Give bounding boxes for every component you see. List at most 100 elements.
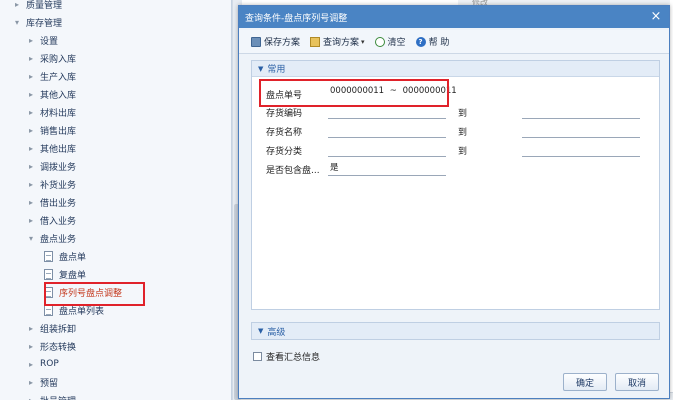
sidebar-item[interactable]: ▸ 生产入库 [0,67,230,85]
chevron-right-icon[interactable]: ▸ [26,378,36,387]
query-dialog: 查询条件-盘点序列号调整 × 保存方案 查询方案 ▾ 清空 ? 帮 助 ▼ 常用… [238,5,670,399]
document-icon [44,304,53,316]
document-icon [44,268,53,280]
chevron-right-icon[interactable]: ▸ [26,324,36,333]
help-button[interactable]: ? 帮 助 [415,35,450,48]
refresh-icon [374,36,385,47]
dialog-toolbar: 保存方案 查询方案 ▾ 清空 ? 帮 助 [239,30,669,54]
chevron-right-icon[interactable]: ▸ [26,54,36,63]
sidebar-item[interactable]: ▸ 组装拆卸 [0,319,230,337]
chevron-right-icon[interactable]: ▸ [26,360,36,369]
inventory-code-to-input[interactable] [522,105,640,119]
inventory-class-from-input[interactable] [328,143,446,157]
chevron-right-icon[interactable]: ▸ [26,108,36,117]
query-scheme-label: 查询方案 [323,38,360,48]
sidebar-item[interactable]: ▾ 库存管理 [0,13,230,31]
common-conditions-panel: ▼ 常用 盘点单号 0000000011 ~ 0000000011 存货编码 到… [251,60,660,310]
chevron-right-icon[interactable]: ▸ [26,198,36,207]
common-section-header[interactable]: ▼ 常用 [252,61,659,77]
sidebar-item-label: 形态转换 [40,342,77,353]
save-scheme-button[interactable]: 保存方案 [251,35,300,48]
chevron-right-icon[interactable]: ▸ [26,90,36,99]
close-icon[interactable]: × [649,10,663,24]
sidebar-item-label: 复盘单 [59,270,87,281]
sidebar-item[interactable]: ▸ 补货业务 [0,175,230,193]
inventory-name-to-input[interactable] [522,124,640,138]
document-icon [44,250,53,262]
sidebar-item-label: 盘点单 [59,252,87,263]
ok-button[interactable]: 确定 [563,373,607,391]
sidebar-item[interactable]: ▸ 形态转换 [0,337,230,355]
sidebar-item-label: 盘点业务 [40,234,77,245]
dialog-title: 查询条件-盘点序列号调整 [245,13,348,24]
sidebar-item-label: 盘点单列表 [59,306,105,317]
sidebar-item[interactable]: 复盘单 [0,265,230,283]
chevron-right-icon[interactable]: ▸ [26,162,36,171]
sidebar-item-label: 借出业务 [40,198,77,209]
chevron-down-icon: ▼ [258,64,264,73]
include-count-select[interactable]: 是 [328,162,446,176]
sidebar-item[interactable]: ▸ 材料出库 [0,103,230,121]
clear-button[interactable]: 清空 [374,35,406,48]
count-no-to-value: 0000000011 [402,86,457,96]
caret-down-icon: ▾ [361,37,365,46]
chevron-right-icon[interactable]: ▸ [12,0,22,9]
sidebar-item[interactable]: ▸ 质量管理 [0,0,230,13]
chevron-down-icon[interactable]: ▾ [12,18,22,27]
chevron-right-icon[interactable]: ▸ [26,216,36,225]
sidebar-item[interactable]: ▸ 销售出库 [0,121,230,139]
common-section-label: 常用 [267,65,286,75]
sidebar-item-label: 序列号盘点调整 [59,288,123,299]
chevron-right-icon[interactable]: ▸ [26,180,36,189]
advanced-section-header[interactable]: ▼ 高级 [251,322,660,340]
chevron-right-icon[interactable]: ▸ [26,396,36,400]
chevron-right-icon[interactable]: ▸ [26,72,36,81]
sidebar-item[interactable]: ▸ 借入业务 [0,211,230,229]
inventory-code-from-input[interactable] [328,105,446,119]
summary-option[interactable]: 查看汇总信息 [253,350,320,363]
sidebar-item[interactable]: ▸ 设置 [0,31,230,49]
count-no-range-field[interactable]: 0000000011 ~ 0000000011 [328,85,457,99]
chevron-right-icon[interactable]: ▸ [26,126,36,135]
sidebar-item-label: 销售出库 [40,126,77,137]
sidebar-item[interactable]: ▸ 其他入库 [0,85,230,103]
sidebar-item[interactable]: ▸ 预留 [0,373,230,391]
chevron-down-icon: ▼ [258,327,264,335]
sidebar-item-label: 补货业务 [40,180,77,191]
sidebar-item[interactable]: ▸ 其他出库 [0,139,230,157]
advanced-section-label: 高级 [267,327,286,338]
sidebar-item-label: 借入业务 [40,216,77,227]
sidebar-item[interactable]: 盘点单 [0,247,230,265]
sidebar-item[interactable]: ▸ 借出业务 [0,193,230,211]
cancel-button[interactable]: 取消 [615,373,659,391]
chevron-down-icon[interactable]: ▾ [26,234,36,243]
inventory-name-from-input[interactable] [328,124,446,138]
inventory-name-to-label: 到 [458,128,468,138]
sidebar-item[interactable]: ▸ 采购入库 [0,49,230,67]
query-scheme-button[interactable]: 查询方案 ▾ [310,35,365,48]
sidebar-item[interactable]: ▾ 盘点业务 [0,229,230,247]
sidebar-item[interactable]: ▸ ROP [0,355,230,373]
save-scheme-label: 保存方案 [264,38,301,48]
summary-label: 查看汇总信息 [266,353,321,363]
sidebar-item[interactable]: ▸ 批号管理 [0,391,230,400]
sidebar-item[interactable]: ▸ 调拨业务 [0,157,230,175]
chevron-right-icon[interactable]: ▸ [26,342,36,351]
count-no-from-value: 0000000011 [330,86,385,96]
inventory-code-to-label: 到 [458,109,468,119]
chevron-right-icon[interactable]: ▸ [26,36,36,45]
inventory-class-to-input[interactable] [522,143,640,157]
chevron-right-icon[interactable]: ▸ [26,144,36,153]
sidebar-item[interactable]: 盘点单列表 [0,301,230,319]
summary-checkbox[interactable] [253,352,262,361]
dialog-title-bar[interactable]: 查询条件-盘点序列号调整 × [239,6,669,28]
sidebar-item-label: 质量管理 [26,0,63,11]
inventory-code-label: 存货编码 [266,109,303,119]
sidebar-item-label: 库存管理 [26,18,63,29]
help-label: 帮 助 [428,38,450,48]
inventory-name-label: 存货名称 [266,128,303,138]
save-icon [251,36,261,47]
sidebar-item[interactable]: 序列号盘点调整 [0,283,230,301]
sidebar-item-label: 其他入库 [40,90,77,101]
clear-label: 清空 [387,38,406,48]
